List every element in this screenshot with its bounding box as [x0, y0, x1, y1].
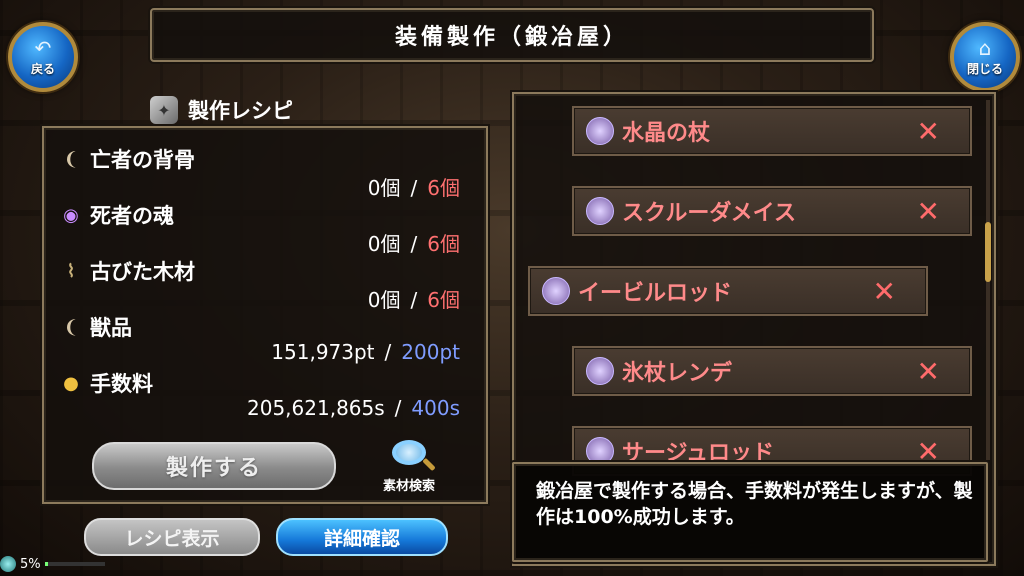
material-have: 0個	[367, 176, 401, 200]
material-need: 6個	[427, 176, 460, 200]
material-row: ◉ 死者の魂 0個 / 6個	[60, 200, 460, 256]
material-name: 亡者の背骨	[90, 148, 195, 172]
wood-icon: ⌇	[66, 260, 76, 282]
staff-icon	[586, 357, 614, 385]
home-icon: ⌂	[978, 35, 992, 60]
material-name: 死者の魂	[90, 204, 174, 228]
pelt-have: 151,973pt	[271, 340, 375, 364]
unavailable-x-icon: ✕	[872, 274, 896, 308]
coins-icon: ●	[63, 372, 79, 394]
fee-have: 205,621,865s	[247, 396, 385, 420]
material-name: 古びた木材	[90, 260, 195, 284]
material-need: 6個	[427, 288, 460, 312]
progress-text: 5%	[20, 556, 41, 572]
pelt-need: 200pt	[401, 340, 460, 364]
sync-icon	[0, 556, 16, 572]
staff-icon	[586, 117, 614, 145]
material-search-label: 素材検索	[382, 479, 435, 494]
bone-icon: ❨	[63, 148, 79, 170]
fee-row: ● 手数料 205,621,865s / 400s	[60, 368, 460, 420]
status-progress: 5%	[0, 556, 105, 572]
recipe-header-label: 製作レシピ	[188, 99, 293, 123]
list-item[interactable]: 水晶の杖 ✕	[572, 106, 972, 156]
list-item[interactable]: スクルーダメイス ✕	[572, 186, 972, 236]
return-arrow-icon: ↶	[34, 35, 52, 60]
list-item[interactable]: 氷杖レンデ ✕	[572, 346, 972, 396]
craft-button[interactable]: 製作する	[92, 442, 336, 490]
staff-icon	[586, 197, 614, 225]
back-button[interactable]: ↶ 戻る	[8, 22, 78, 92]
fee-name: 手数料	[90, 372, 153, 396]
close-button[interactable]: ⌂ 閉じる	[950, 22, 1020, 92]
progress-fill	[44, 562, 48, 566]
unavailable-x-icon: ✕	[916, 354, 940, 388]
material-row: ❨ 亡者の背骨 0個 / 6個	[60, 144, 460, 200]
material-have: 0個	[367, 232, 401, 256]
list-item-selected[interactable]: イービルロッド ✕	[528, 266, 928, 316]
staff-icon	[542, 277, 570, 305]
detail-button[interactable]: 詳細確認	[276, 518, 448, 556]
material-row: ⌇ 古びた木材 0個 / 6個	[60, 256, 460, 312]
staff-icon	[586, 437, 614, 465]
unavailable-x-icon: ✕	[916, 194, 940, 228]
count-separator: /	[410, 288, 418, 312]
page-title: 装備製作（鍛冶屋）	[394, 25, 629, 50]
material-need: 6個	[427, 232, 460, 256]
info-text: 鍛冶屋で製作する場合、手数料が発生しますが、製作は100%成功します。	[536, 480, 973, 528]
unavailable-x-icon: ✕	[916, 114, 940, 148]
count-separator: /	[394, 396, 402, 420]
list-scrollbar-thumb[interactable]	[985, 222, 991, 282]
item-name: 氷杖レンデ	[622, 361, 733, 386]
count-separator: /	[410, 232, 418, 256]
pelt-name: 獣品	[90, 316, 132, 340]
item-name: 水晶の杖	[622, 121, 711, 146]
recipe-scroll-icon: ✦	[150, 96, 178, 124]
close-label: 閉じる	[966, 61, 1003, 76]
count-separator: /	[384, 340, 392, 364]
count-separator: /	[410, 176, 418, 200]
item-name: イービルロッド	[578, 281, 733, 306]
info-box: 鍛冶屋で製作する場合、手数料が発生しますが、製作は100%成功します。	[512, 462, 988, 562]
progress-bar	[44, 562, 105, 566]
recipe-header: ✦ 製作レシピ	[150, 90, 293, 130]
recipe-view-button[interactable]: レシピ表示	[84, 518, 260, 556]
magnifier-icon	[392, 440, 426, 465]
item-name: スクルーダメイス	[622, 201, 797, 226]
fang-icon: ❨	[63, 316, 79, 338]
fee-need: 400s	[411, 396, 460, 420]
material-search-button[interactable]: 素材検索	[366, 440, 452, 494]
soul-orb-icon: ◉	[63, 204, 79, 226]
material-have: 0個	[367, 288, 401, 312]
pelt-row: ❨ 獣品 151,973pt / 200pt	[60, 312, 460, 364]
back-label: 戻る	[30, 61, 55, 76]
title-bar: 装備製作（鍛冶屋）	[150, 8, 874, 62]
